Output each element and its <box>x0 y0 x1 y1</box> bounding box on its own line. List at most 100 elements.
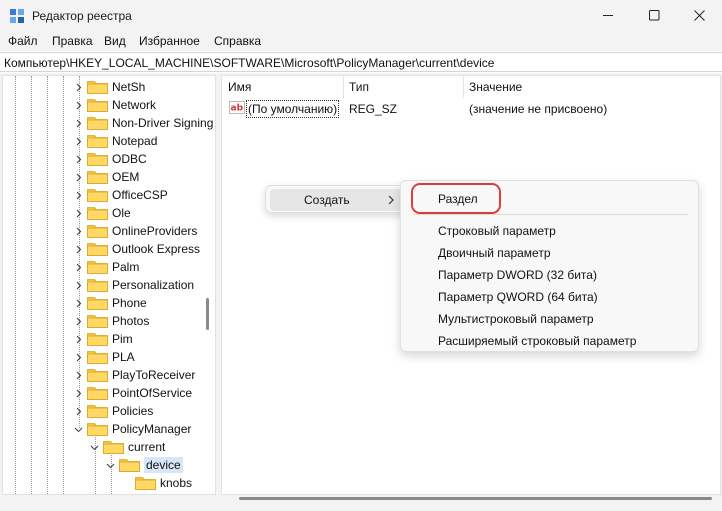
chevron-right-icon[interactable] <box>73 172 83 182</box>
tree-item-label: Network <box>112 98 157 112</box>
folder-icon <box>103 440 124 454</box>
folder-icon <box>87 350 108 364</box>
chevron-right-icon[interactable] <box>73 298 83 308</box>
value-type: REG_SZ <box>349 102 398 116</box>
tree-item[interactable]: OEM <box>73 168 139 186</box>
menu-favorites[interactable]: Избранное <box>139 34 200 48</box>
tree-item[interactable]: Network <box>73 96 156 114</box>
tree-item[interactable]: Non-Driver Signing <box>73 114 213 132</box>
chevron-right-icon[interactable] <box>73 334 83 344</box>
chevron-right-icon[interactable] <box>73 370 83 380</box>
tree-item[interactable]: knobs <box>121 474 192 492</box>
tree-item[interactable]: PLA <box>73 348 135 366</box>
tree-item[interactable]: device <box>105 456 183 474</box>
tree-item[interactable]: OfficeCSP <box>73 186 168 204</box>
tree-item[interactable]: Personalization <box>73 276 194 294</box>
tree-item-label: PolicyManager <box>112 422 192 436</box>
chevron-down-icon[interactable] <box>73 424 83 434</box>
chevron-right-icon[interactable] <box>73 280 83 290</box>
tree-item[interactable]: Notepad <box>73 132 157 150</box>
menu-edit[interactable]: Правка <box>52 34 93 48</box>
column-name[interactable]: Имя <box>222 76 343 98</box>
tree-item[interactable]: PlayToReceiver <box>73 366 195 384</box>
tree-guide-line <box>47 76 48 494</box>
tree-item[interactable]: current <box>89 438 165 456</box>
context-menu-create-label: Создать <box>304 193 350 207</box>
tree-item[interactable]: Phone <box>73 294 147 312</box>
tree-item-label: Pim <box>112 332 133 346</box>
value-name[interactable]: (По умолчанию) <box>246 100 340 118</box>
folder-icon <box>87 188 108 202</box>
string-value-icon: ab <box>229 101 245 114</box>
tree-item[interactable]: NetSh <box>73 78 145 96</box>
tree-item[interactable]: ODBC <box>73 150 147 168</box>
tree-item[interactable]: Pim <box>73 330 133 348</box>
tree-guide-line <box>31 76 32 494</box>
maximize-button[interactable] <box>631 0 677 31</box>
chevron-right-icon[interactable] <box>73 100 83 110</box>
chevron-right-icon[interactable] <box>73 154 83 164</box>
folder-icon <box>87 116 108 130</box>
chevron-down-icon[interactable] <box>105 460 115 470</box>
chevron-right-icon[interactable] <box>73 262 83 272</box>
column-type[interactable]: Тип <box>343 76 463 98</box>
tree-guide-line <box>63 76 64 494</box>
chevron-right-icon[interactable] <box>73 406 83 416</box>
chevron-right-icon[interactable] <box>73 244 83 254</box>
chevron-right-icon <box>388 195 394 205</box>
address-path[interactable]: Компьютер\HKEY_LOCAL_MACHINE\SOFTWARE\Mi… <box>4 56 494 70</box>
registry-editor-icon <box>10 9 24 23</box>
registry-tree[interactable]: NetSh Network Non-Driver Signing Notepad ODB… <box>2 75 216 495</box>
submenu-item-binary[interactable]: Двоичный параметр <box>401 242 700 264</box>
folder-icon <box>87 134 108 148</box>
tree-item[interactable]: PointOfService <box>73 384 192 402</box>
tree-item-label: Outlook Express <box>112 242 201 256</box>
tree-item[interactable]: Outlook Express <box>73 240 200 258</box>
menu-help[interactable]: Справка <box>214 34 261 48</box>
tree-guide-line <box>15 76 16 494</box>
minimize-button[interactable] <box>585 0 631 31</box>
address-bar[interactable]: Компьютер\HKEY_LOCAL_MACHINE\SOFTWARE\Mi… <box>0 52 722 72</box>
menu-view[interactable]: Вид <box>104 34 126 48</box>
folder-open-icon <box>119 458 140 472</box>
chevron-right-icon[interactable] <box>73 316 83 326</box>
submenu-item-label: Параметр DWORD (32 бита) <box>438 268 597 282</box>
submenu-item-expandable-string[interactable]: Расширяемый строковый параметр <box>401 330 700 352</box>
chevron-right-icon[interactable] <box>73 208 83 218</box>
tree-scrollbar-thumb[interactable] <box>206 298 209 330</box>
value-row[interactable]: ab (По умолчанию) REG_SZ (значение не пр… <box>222 98 720 118</box>
context-menu-create[interactable]: Создать <box>270 189 402 211</box>
menu-file[interactable]: Файл <box>8 34 38 48</box>
tree-item[interactable]: PolicyManager <box>73 420 191 438</box>
tree-item[interactable]: Photos <box>73 312 149 330</box>
chevron-right-icon[interactable] <box>73 118 83 128</box>
folder-icon <box>87 332 108 346</box>
submenu-item-label: Мультистроковый параметр <box>438 312 594 326</box>
folder-icon <box>135 476 156 490</box>
close-button[interactable] <box>676 0 722 31</box>
tree-item-label: knobs <box>160 476 193 490</box>
tree-item[interactable]: Ole <box>73 204 131 222</box>
chevron-right-icon[interactable] <box>73 226 83 236</box>
submenu-item-multi-string[interactable]: Мультистроковый параметр <box>401 308 700 330</box>
chevron-right-icon[interactable] <box>73 136 83 146</box>
tree-item[interactable]: OnlineProviders <box>73 222 197 240</box>
folder-icon <box>87 260 108 274</box>
tree-item[interactable]: Policies <box>73 402 153 420</box>
submenu-item-qword[interactable]: Параметр QWORD (64 бита) <box>401 286 700 308</box>
submenu-item-dword[interactable]: Параметр DWORD (32 бита) <box>401 264 700 286</box>
chevron-right-icon[interactable] <box>73 352 83 362</box>
submenu-item-string[interactable]: Строковый параметр <box>401 220 700 242</box>
column-data[interactable]: Значение <box>463 76 713 98</box>
tree-item-label: OnlineProviders <box>112 224 198 238</box>
values-scrollbar-thumb[interactable] <box>239 497 712 500</box>
folder-icon <box>87 404 108 418</box>
chevron-right-icon[interactable] <box>73 82 83 92</box>
tree-item[interactable]: Palm <box>73 258 139 276</box>
chevron-right-icon[interactable] <box>73 190 83 200</box>
chevron-down-icon[interactable] <box>89 442 99 452</box>
folder-icon <box>87 422 108 436</box>
chevron-right-icon[interactable] <box>73 388 83 398</box>
submenu-item-label: Параметр QWORD (64 бита) <box>438 290 598 304</box>
folder-icon <box>87 98 108 112</box>
